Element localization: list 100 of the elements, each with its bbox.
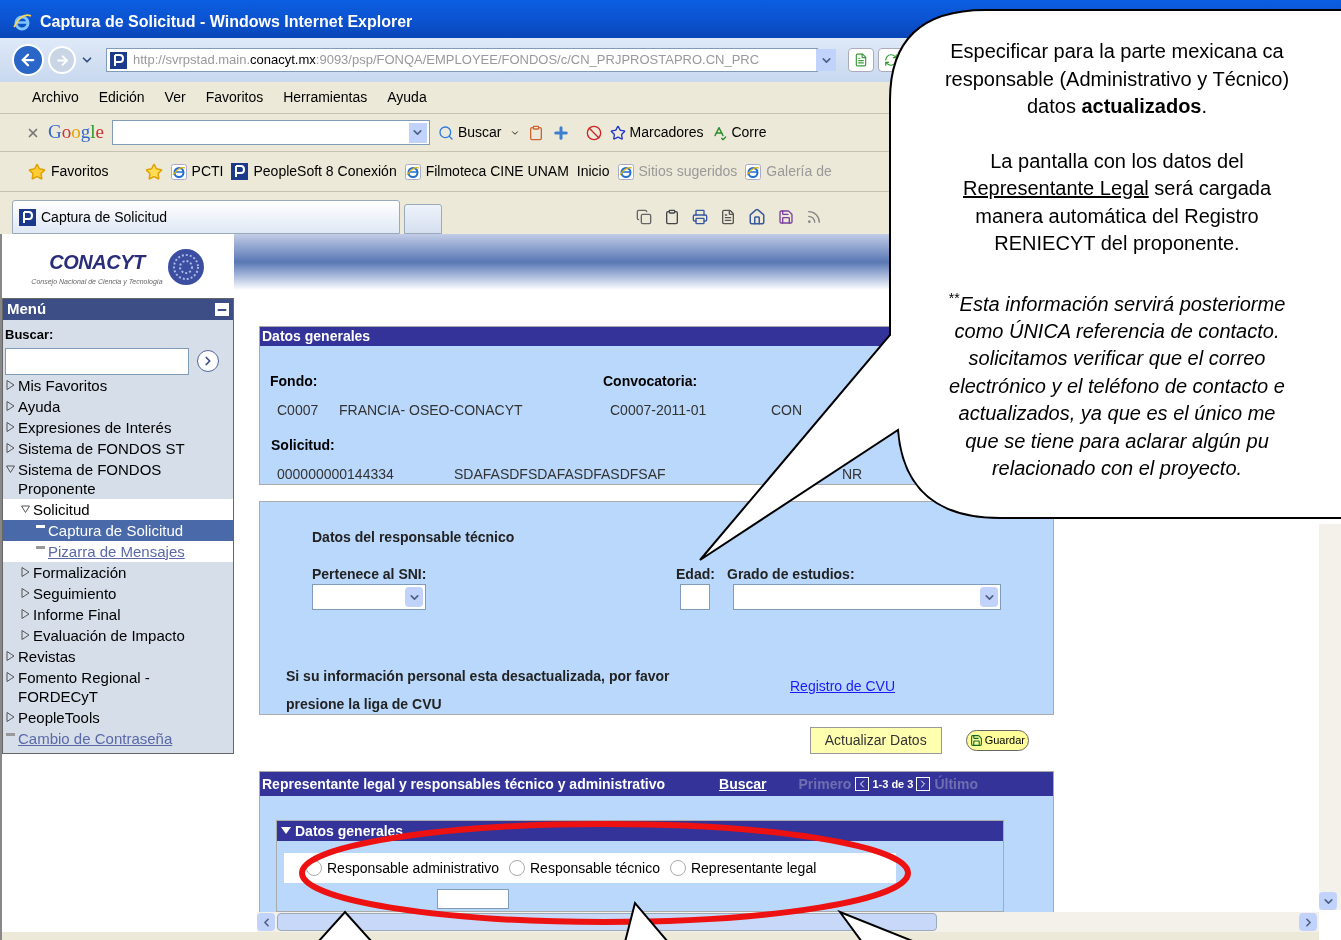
collapsed-triangle-icon[interactable] [20, 608, 30, 619]
menu-item[interactable]: Mis Favoritos [18, 375, 108, 395]
menu-item[interactable]: Formalización [33, 562, 127, 582]
collapsed-triangle-icon[interactable] [5, 650, 15, 661]
cvu-link[interactable]: Registro de CVU [790, 676, 896, 697]
blocked-icon[interactable] [585, 124, 602, 141]
collapsed-triangle-icon[interactable] [20, 566, 30, 577]
menu-item[interactable]: Sistema de FONDOS ST [18, 438, 185, 458]
address-field[interactable]: http://svrpstad.main.conacyt.mx:9093/psp/FONQA/EMPLOYEE/FONDOS/c/CN_PRJPROSTAPRO.CN_PRC [106, 48, 818, 72]
menu-row[interactable]: Captura de Solicitud [3, 519, 233, 541]
back-button[interactable] [12, 44, 44, 76]
callout-text: La pantalla con los datos del Representante Legal será cargada manera automática del Registro RENIECYT del proponente. [962, 148, 1272, 256]
save-button[interactable]: Guardar [965, 729, 1029, 751]
collapsed-triangle-icon[interactable] [5, 442, 15, 453]
menu-item[interactable]: PeopleTools [18, 707, 100, 727]
favorites-link[interactable]: Inicio [576, 161, 610, 182]
dash-icon [35, 545, 45, 549]
menu-item[interactable]: Ayuda [18, 396, 61, 416]
menu-item[interactable]: Solicitud [33, 499, 90, 519]
menu-row[interactable]: Evaluación de Impacto [3, 624, 233, 646]
toolbar-button[interactable]: Marcadores [609, 122, 704, 143]
text-field[interactable] [437, 889, 509, 909]
collapsed-triangle-icon[interactable] [5, 421, 15, 432]
section-title: Datos generales [262, 327, 371, 346]
go-button[interactable] [197, 350, 219, 372]
next-icon[interactable] [916, 777, 931, 791]
role-radio[interactable]: Representante legal [669, 857, 817, 879]
field-label: Pertenece al SNI: [312, 565, 427, 584]
menu-item[interactable]: Ayuda [387, 87, 427, 108]
menu-row[interactable]: Ayuda [3, 395, 233, 417]
collapse-button[interactable] [215, 303, 229, 316]
printer-icon[interactable] [692, 209, 708, 225]
menu-item[interactable]: Captura de Solicitud [48, 520, 184, 540]
menu-item[interactable]: Herramientas [283, 87, 368, 108]
collapsed-triangle-icon[interactable] [5, 711, 15, 722]
menu-item[interactable]: Evaluación de Impacto [33, 625, 185, 645]
page-icon [854, 53, 868, 67]
home-icon[interactable] [748, 208, 766, 226]
favorites-link[interactable]: PeopleSoft 8 Conexión [231, 161, 397, 182]
menu-row[interactable]: Informe Final [3, 603, 233, 625]
rss-icon[interactable] [806, 209, 822, 225]
browser-globe-icon [404, 163, 421, 180]
collapsed-triangle-icon[interactable] [20, 587, 30, 598]
favorites-button[interactable]: Favoritos [28, 161, 109, 182]
menu-row[interactable]: Sistema de FONDOS ST [3, 437, 233, 459]
menu-item[interactable]: Ver [164, 87, 186, 108]
star-icon [609, 124, 626, 141]
role-radio[interactable]: Responsable administrativo [306, 857, 499, 879]
update-button[interactable]: Actualizar Datos [809, 726, 942, 754]
menu-item[interactable]: Seguimiento [33, 583, 117, 603]
collapsed-triangle-icon[interactable] [5, 671, 15, 682]
clipboard-icon[interactable] [527, 124, 544, 141]
menu-item[interactable]: Archivo [32, 87, 79, 108]
toolbar-button[interactable]: Corre [711, 122, 767, 143]
menu-item[interactable]: Revistas [18, 646, 76, 666]
menu-row[interactable]: Pizarra de Mensajes [3, 540, 233, 562]
menu-item[interactable]: Sistema de FONDOS Proponente [18, 459, 208, 498]
age-field[interactable] [680, 584, 710, 610]
vertical-scrollbar[interactable] [1319, 524, 1341, 910]
clipboard-icon[interactable] [664, 209, 680, 225]
menu-item[interactable]: Pizarra de Mensajes [48, 541, 185, 561]
menu-item[interactable]: Informe Final [33, 604, 121, 624]
url-text: http://svrpstad.main.conacyt.mx:9093/psp/FONQA/EMPLOYEE/FONDOS/c/CN_PRJPROSTAPRO.CN_PRC [133, 51, 760, 70]
expanded-triangle-icon[interactable] [5, 463, 15, 474]
menu-row[interactable]: Solicitud [3, 498, 233, 520]
plus-icon[interactable] [551, 123, 570, 142]
toolbar-button[interactable]: Buscar [437, 122, 502, 143]
degree-dropdown[interactable] [733, 584, 1001, 610]
radio-icon[interactable] [669, 860, 686, 876]
page-icon[interactable] [720, 209, 736, 225]
previous-icon[interactable] [855, 777, 870, 791]
menu-row[interactable]: Expresiones de Interés [3, 416, 233, 438]
collapsed-triangle-icon[interactable] [20, 629, 30, 640]
menu-search-field[interactable] [5, 347, 189, 375]
menu-item[interactable]: Fomento Regional - FORDECyT [18, 667, 208, 706]
role-radio[interactable]: Responsable técnico [509, 857, 660, 879]
copy-icon[interactable] [636, 209, 652, 225]
expanded-triangle-icon[interactable] [20, 503, 30, 514]
menu-row[interactable]: Sistema de FONDOS Proponente [3, 458, 233, 499]
menu-item[interactable]: Cambio de Contraseña [18, 728, 173, 748]
menu-item[interactable]: Favoritos [205, 87, 264, 108]
menu-item[interactable]: Expresiones de Interés [18, 417, 172, 437]
refresh-icon [884, 53, 898, 67]
menu-item[interactable]: Edición [98, 87, 145, 108]
radio-icon[interactable] [509, 860, 525, 876]
google-search-field[interactable] [111, 120, 430, 145]
menu-row[interactable]: Formalización [3, 561, 233, 583]
collapsed-triangle-icon[interactable] [5, 400, 15, 411]
menu-row[interactable]: Fomento Regional - FORDECyT [3, 666, 233, 707]
menu-row[interactable]: Revistas [3, 645, 233, 667]
search-link[interactable]: Buscar [719, 773, 767, 795]
favorites-link[interactable]: Filmoteca CINE UNAM [404, 161, 569, 182]
menu-row[interactable]: Cambio de Contraseña [3, 727, 233, 749]
sni-dropdown[interactable] [312, 584, 426, 610]
favorites-link[interactable]: PCTI [170, 161, 224, 182]
menu-row[interactable]: Seguimiento [3, 582, 233, 604]
browser-tab[interactable]: Captura de Solicitud [12, 200, 400, 234]
menu-row[interactable]: PeopleTools [3, 706, 233, 728]
collapsed-triangle-icon[interactable] [5, 379, 15, 390]
menu-row[interactable]: Mis Favoritos [3, 374, 233, 396]
